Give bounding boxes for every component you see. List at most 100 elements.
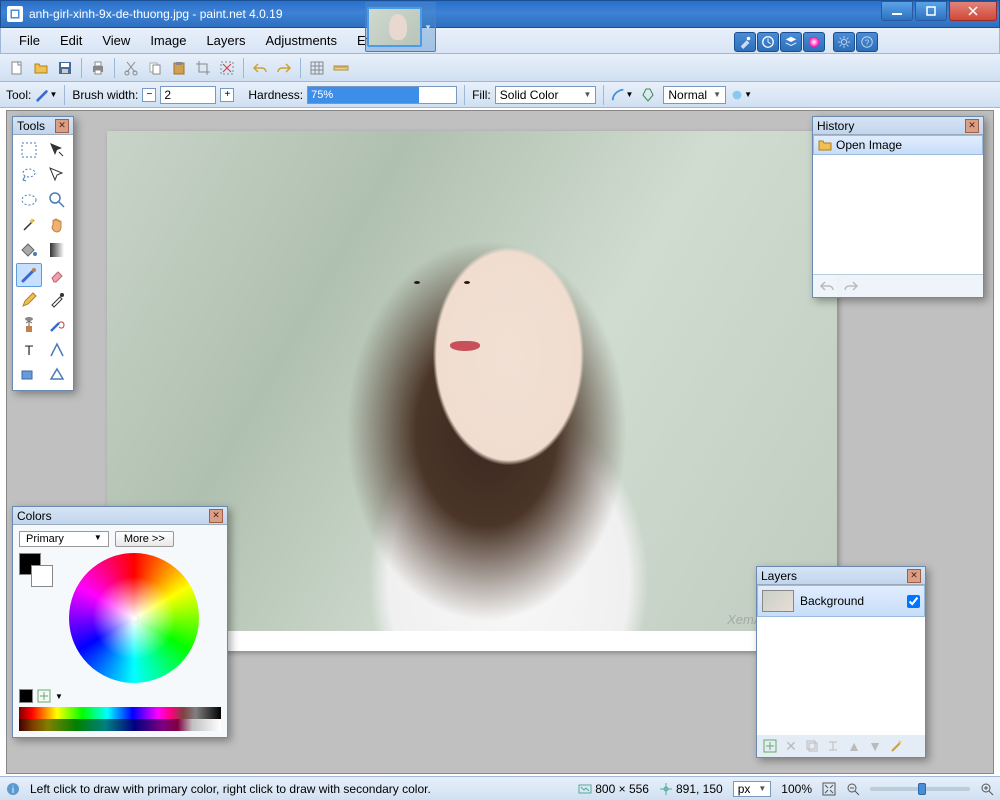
image-tabs: ▾ xyxy=(365,2,436,52)
undo-icon[interactable] xyxy=(249,57,271,79)
blend-mode-combo[interactable]: Normal▼ xyxy=(663,86,726,104)
menu-layers[interactable]: Layers xyxy=(196,29,255,52)
move-tool[interactable] xyxy=(44,163,70,187)
layer-up-icon[interactable]: ▲ xyxy=(845,737,863,755)
titlebar: anh-girl-xinh-9x-de-thuong.jpg - paint.n… xyxy=(0,0,1000,28)
shapes-tool[interactable] xyxy=(44,363,70,387)
text-tool[interactable]: T xyxy=(16,338,42,362)
colors-title: Colors xyxy=(17,509,52,523)
gradient-tool[interactable] xyxy=(44,238,70,262)
open-icon[interactable] xyxy=(30,57,52,79)
palette-row-1[interactable] xyxy=(19,707,221,719)
cut-icon[interactable] xyxy=(120,57,142,79)
line-tool[interactable] xyxy=(44,338,70,362)
blend-icon[interactable] xyxy=(637,84,659,106)
help-icon[interactable]: ? xyxy=(856,32,878,52)
rect-select-tool[interactable] xyxy=(16,138,42,162)
crop-icon[interactable] xyxy=(192,57,214,79)
color-picker-tool[interactable] xyxy=(44,288,70,312)
units-combo[interactable]: px▼ xyxy=(733,781,772,797)
zoom-in-icon[interactable] xyxy=(980,782,994,796)
magic-wand-tool[interactable] xyxy=(16,213,42,237)
paintbrush-tool[interactable] xyxy=(16,263,42,287)
layer-row[interactable]: Background xyxy=(757,585,925,617)
grid-icon[interactable] xyxy=(306,57,328,79)
tools-panel[interactable]: Tools ✕ T xyxy=(12,116,74,391)
close-button[interactable] xyxy=(949,1,997,21)
layer-visibility-checkbox[interactable] xyxy=(907,595,920,608)
layers-panel[interactable]: Layers ✕ Background ✕ ▲ ▼ xyxy=(756,566,926,758)
overwrite-icon[interactable]: ▼ xyxy=(730,84,752,106)
rectangle-tool[interactable] xyxy=(16,363,42,387)
tools-window-toggle[interactable] xyxy=(734,32,756,52)
ruler-icon[interactable] xyxy=(330,57,352,79)
print-icon[interactable] xyxy=(87,57,109,79)
menu-image[interactable]: Image xyxy=(140,29,196,52)
recolor-tool[interactable] xyxy=(44,313,70,337)
hardness-slider[interactable]: 75% xyxy=(307,86,457,104)
menu-adjustments[interactable]: Adjustments xyxy=(255,29,347,52)
image-size-display: 800 × 556 xyxy=(578,782,649,796)
layer-down-icon[interactable]: ▼ xyxy=(866,737,884,755)
menu-edit[interactable]: Edit xyxy=(50,29,92,52)
history-window-toggle[interactable] xyxy=(757,32,779,52)
pencil-tool[interactable] xyxy=(16,288,42,312)
tool-selector[interactable]: ▼ xyxy=(35,84,57,106)
color-swatches[interactable] xyxy=(19,553,55,589)
colors-window-toggle[interactable] xyxy=(803,32,825,52)
copy-icon[interactable] xyxy=(144,57,166,79)
palette-row-2[interactable] xyxy=(19,719,221,731)
color-mode-combo[interactable]: Primary▼ xyxy=(19,531,109,547)
zoom-slider[interactable] xyxy=(870,787,970,791)
pan-tool[interactable] xyxy=(44,213,70,237)
colors-close-icon[interactable]: ✕ xyxy=(209,509,223,523)
image-tab-menu[interactable]: ▾ xyxy=(422,7,434,47)
add-layer-icon[interactable] xyxy=(761,737,779,755)
merge-layer-icon[interactable] xyxy=(824,737,842,755)
duplicate-layer-icon[interactable] xyxy=(803,737,821,755)
color-wheel[interactable] xyxy=(69,553,199,683)
menu-view[interactable]: View xyxy=(92,29,140,52)
layers-close-icon[interactable]: ✕ xyxy=(907,569,921,583)
ellipse-select-tool[interactable] xyxy=(16,188,42,212)
history-close-icon[interactable]: ✕ xyxy=(965,119,979,133)
eraser-tool[interactable] xyxy=(44,263,70,287)
layers-title: Layers xyxy=(761,569,797,583)
layers-window-toggle[interactable] xyxy=(780,32,802,52)
more-button[interactable]: More >> xyxy=(115,531,174,547)
lasso-tool[interactable] xyxy=(16,163,42,187)
image-tab-thumb[interactable] xyxy=(367,7,422,47)
paste-icon[interactable] xyxy=(168,57,190,79)
history-panel[interactable]: History✕ Open Image xyxy=(812,116,984,298)
antialias-icon[interactable]: ▼ xyxy=(611,84,633,106)
layer-properties-icon[interactable] xyxy=(887,737,905,755)
tools-close-icon[interactable]: ✕ xyxy=(55,119,69,133)
new-icon[interactable] xyxy=(6,57,28,79)
tools-title: Tools xyxy=(17,119,45,133)
brush-width-decrease[interactable]: − xyxy=(142,88,156,102)
fill-combo[interactable]: Solid Color▼ xyxy=(495,86,597,104)
menu-file[interactable]: File xyxy=(9,29,50,52)
fit-window-icon[interactable] xyxy=(822,782,836,796)
fill-tool[interactable] xyxy=(16,238,42,262)
save-icon[interactable] xyxy=(54,57,76,79)
add-palette-icon[interactable] xyxy=(37,689,51,703)
brush-width-input[interactable] xyxy=(160,86,216,104)
deselect-icon[interactable] xyxy=(216,57,238,79)
maximize-button[interactable] xyxy=(915,1,947,21)
settings-icon[interactable] xyxy=(833,32,855,52)
hint-icon: i xyxy=(6,782,20,796)
move-selection-tool[interactable] xyxy=(44,138,70,162)
history-undo-icon[interactable] xyxy=(819,279,835,293)
colors-panel[interactable]: Colors✕ Primary▼ More >> ▼ xyxy=(12,506,228,738)
zoom-out-icon[interactable] xyxy=(846,782,860,796)
brush-width-increase[interactable]: + xyxy=(220,88,234,102)
history-redo-icon[interactable] xyxy=(843,279,859,293)
history-item[interactable]: Open Image xyxy=(813,135,983,155)
zoom-tool[interactable] xyxy=(44,188,70,212)
minimize-button[interactable] xyxy=(881,1,913,21)
delete-layer-icon[interactable]: ✕ xyxy=(782,737,800,755)
zoom-display: 100% xyxy=(781,782,812,796)
clone-tool[interactable] xyxy=(16,313,42,337)
redo-icon[interactable] xyxy=(273,57,295,79)
